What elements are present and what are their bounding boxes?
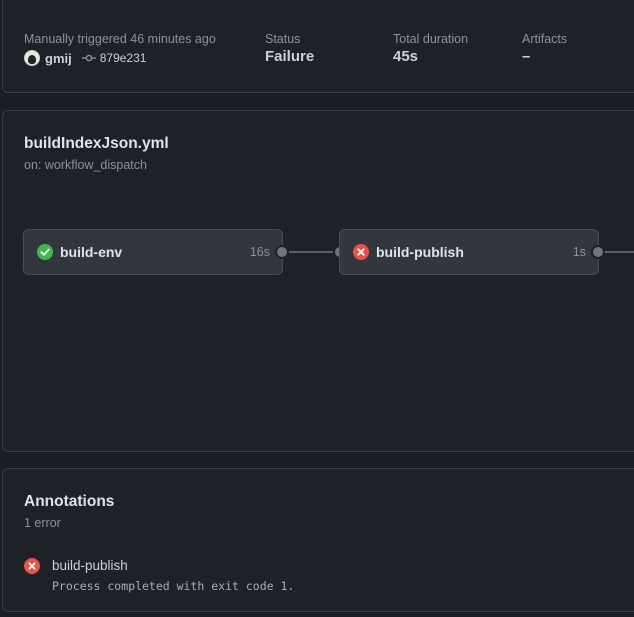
check-circle-icon [37, 244, 53, 260]
annotation-message: Process completed with exit code 1. [52, 579, 295, 593]
duration-column: Total duration 45s [393, 31, 469, 65]
job-build-publish[interactable]: build-publish 1s [339, 229, 599, 275]
actor-avatar[interactable] [24, 50, 40, 66]
job-name: build-env [60, 244, 123, 260]
annotations-panel: Annotations 1 error build-publish Proces… [2, 468, 634, 612]
run-summary-panel: Manually triggered 46 minutes ago gmij 8… [2, 0, 634, 93]
duration-label: Total duration [393, 32, 469, 46]
annotations-title: Annotations [24, 493, 115, 510]
job-connector [605, 251, 634, 253]
status-value: Failure [265, 48, 315, 65]
job-connector [289, 251, 335, 253]
workflow-trigger: on: workflow_dispatch [24, 158, 147, 172]
commit-icon [81, 54, 96, 62]
commit-sha[interactable]: 879e231 [100, 51, 147, 65]
job-name: build-publish [376, 244, 464, 260]
job-output-handle [275, 245, 289, 259]
duration-value: 45s [393, 48, 419, 65]
trigger-column: Manually triggered 46 minutes ago gmij 8… [24, 31, 216, 66]
trigger-details: gmij 879e231 [24, 50, 146, 66]
job-build-env[interactable]: build-env 16s [23, 229, 283, 275]
job-duration: 16s [249, 245, 270, 259]
trigger-text: Manually triggered 46 minutes ago [24, 32, 216, 46]
x-circle-icon [353, 244, 369, 260]
annotations-count: 1 error [24, 516, 61, 530]
annotation-job-link[interactable]: build-publish [52, 558, 128, 573]
x-circle-icon [24, 558, 40, 574]
status-label: Status [265, 32, 301, 46]
job-duration: 1s [572, 245, 586, 259]
actor-name[interactable]: gmij [45, 51, 72, 66]
job-output-handle [591, 245, 605, 259]
artifacts-label: Artifacts [522, 32, 568, 46]
workflow-graph-panel: buildIndexJson.yml on: workflow_dispatch… [2, 110, 634, 452]
workflow-file-name: buildIndexJson.yml [24, 135, 169, 152]
status-column: Status Failure [265, 31, 314, 65]
artifacts-value: – [522, 48, 531, 65]
artifacts-column: Artifacts – [522, 31, 568, 65]
